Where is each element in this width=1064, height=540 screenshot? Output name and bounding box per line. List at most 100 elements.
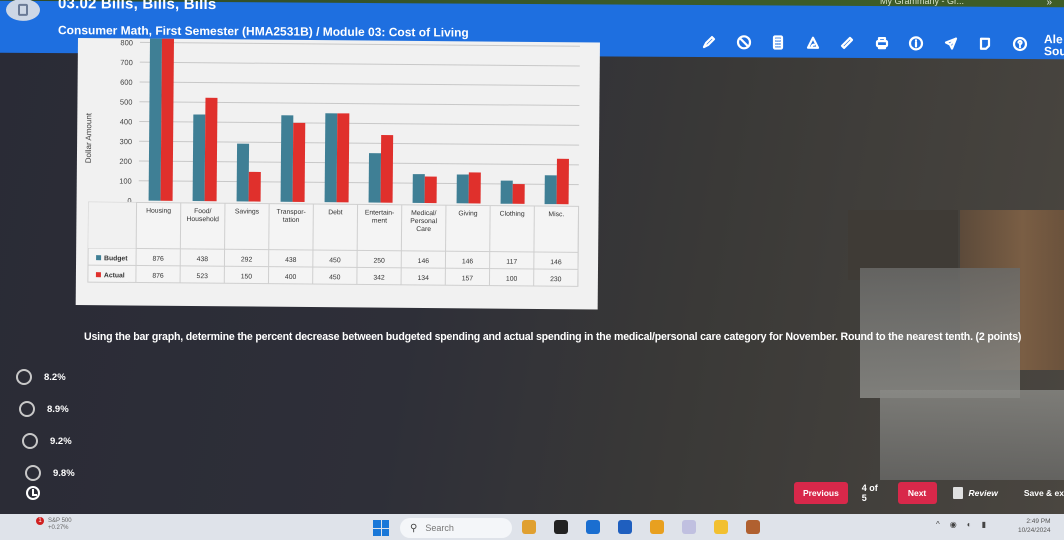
clock-icon[interactable] (26, 486, 40, 500)
help-button[interactable] (1003, 31, 1038, 57)
stock-widget[interactable]: 1 S&P 500 +0.27% (30, 517, 72, 532)
y-tick-label: 300 (120, 137, 133, 146)
snipping-tool-icon (682, 520, 696, 534)
bar-actual (556, 158, 569, 205)
bar-budget (280, 115, 294, 202)
legend-swatch-actual (95, 272, 101, 278)
gridline (139, 81, 580, 87)
table-value-budget: 117 (506, 259, 517, 266)
category-label: Savings (235, 208, 260, 215)
windows-taskbar: 1 S&P 500 +0.27% ⚲ Search ^ ◉ ◐ ▮ 2:49 P… (0, 514, 1064, 540)
widget-taskbar-button[interactable] (516, 518, 542, 536)
answer-option-d[interactable]: 9.8% (25, 457, 75, 489)
y-tick-label: 100 (119, 177, 132, 186)
y-tick-label: 700 (120, 58, 133, 67)
radio-button[interactable] (16, 369, 32, 385)
table-value-actual: 450 (329, 274, 341, 281)
radio-button[interactable] (22, 433, 38, 449)
volume-icon[interactable]: ◐ (967, 520, 972, 529)
gridline (139, 61, 580, 67)
next-button[interactable]: Next (897, 482, 937, 504)
file-explorer-taskbar-button[interactable] (708, 518, 734, 536)
radio-button[interactable] (19, 401, 35, 417)
table-value-actual: 876 (152, 273, 164, 280)
bar-actual (336, 113, 350, 203)
block-icon (736, 35, 751, 50)
line-reader-button[interactable] (727, 29, 762, 55)
battery-icon[interactable]: ▮ (982, 520, 986, 529)
bar-budget (412, 174, 425, 204)
radio-button[interactable] (25, 465, 41, 481)
bar-actual (380, 135, 394, 203)
bar-actual (292, 122, 306, 202)
calculator-button[interactable] (761, 29, 796, 55)
chrome-icon (650, 520, 664, 534)
stock-name: S&P 500 (48, 518, 72, 524)
windows-start-icon[interactable] (373, 520, 389, 536)
info-button[interactable] (899, 30, 934, 56)
table-col-rule (223, 203, 226, 284)
word-taskbar-button[interactable] (612, 518, 638, 536)
chevron-up-icon[interactable]: ^ (936, 520, 940, 529)
chrome-taskbar-button[interactable] (644, 518, 670, 536)
table-col-rule (444, 205, 447, 286)
bar-budget (456, 174, 469, 204)
table-value-actual: 342 (373, 275, 385, 282)
help-icon (1012, 36, 1027, 52)
table-value-actual: 100 (506, 276, 518, 283)
print-button[interactable] (865, 30, 900, 56)
bar-chart-panel: Dollar Amount 0 100 200 300 400 500 600 700 800 Ho… (75, 38, 600, 310)
category-label: Entertain- (365, 210, 395, 217)
taskbar-search[interactable]: ⚲ Search (400, 518, 512, 538)
answer-option-a[interactable]: 8.2% (16, 361, 75, 393)
page-indicator: 4 of 5 (861, 483, 878, 503)
table-col-rule (577, 206, 580, 287)
category-label: Household (186, 216, 219, 223)
send-button[interactable] (934, 30, 969, 56)
calculator-icon (773, 35, 784, 50)
bar-budget (236, 143, 250, 202)
snipping-tool-taskbar-button[interactable] (676, 518, 702, 536)
review-button[interactable]: Review (952, 487, 998, 499)
table-value-budget: 146 (418, 258, 430, 265)
highlighter-button[interactable] (692, 29, 727, 55)
save-exit-button[interactable]: Save & ex (1024, 488, 1064, 498)
category-label: Housing (146, 208, 171, 215)
menu-button[interactable] (6, 0, 40, 21)
user-name[interactable]: Ale Sou (1044, 32, 1064, 59)
answer-options: 8.2% 8.9% 9.2% 9.8% (16, 361, 75, 489)
category-label: Medical/ (411, 210, 436, 217)
table-value-budget: 450 (329, 257, 341, 264)
chrome-profile-taskbar-button[interactable] (740, 518, 766, 536)
table-col-rule (179, 202, 182, 283)
answer-option-b[interactable]: 8.9% (19, 393, 75, 425)
table-value-actual: 400 (285, 274, 297, 281)
previous-button[interactable]: Previous (794, 482, 848, 504)
clock-date: 10/24/2024 (1018, 527, 1051, 534)
bar-budget (192, 114, 206, 202)
terminal-taskbar-button[interactable] (548, 518, 574, 536)
notes-button[interactable] (968, 31, 1003, 57)
system-clock[interactable]: 2:49 PM 10/24/2024 (1018, 517, 1051, 535)
tool-bar (692, 29, 1037, 57)
bar-budget (500, 180, 513, 204)
ruler-button[interactable] (830, 30, 865, 56)
user-last-name: Sou (1044, 44, 1064, 59)
search-placeholder: Search (425, 523, 454, 533)
wifi-icon[interactable]: ◉ (950, 520, 957, 529)
y-tick-label: 600 (120, 78, 133, 87)
table-col-rule (267, 203, 270, 284)
breadcrumb: Consumer Math, First Semester (HMA2531B)… (58, 23, 469, 40)
outlook-taskbar-button[interactable] (580, 518, 606, 536)
protractor-button[interactable] (796, 30, 831, 56)
table-corner (88, 202, 137, 249)
bar-actual (424, 176, 437, 204)
bookmark-grammarly[interactable]: My Grammarly - Gr... (880, 0, 964, 6)
category-label: Giving (458, 210, 478, 217)
y-tick-label: 500 (120, 98, 133, 107)
review-icon (952, 487, 963, 499)
answer-option-c[interactable]: 9.2% (22, 425, 75, 457)
bar-budget (544, 175, 557, 205)
table-value-budget: 250 (373, 258, 385, 265)
bar-actual (204, 97, 218, 202)
